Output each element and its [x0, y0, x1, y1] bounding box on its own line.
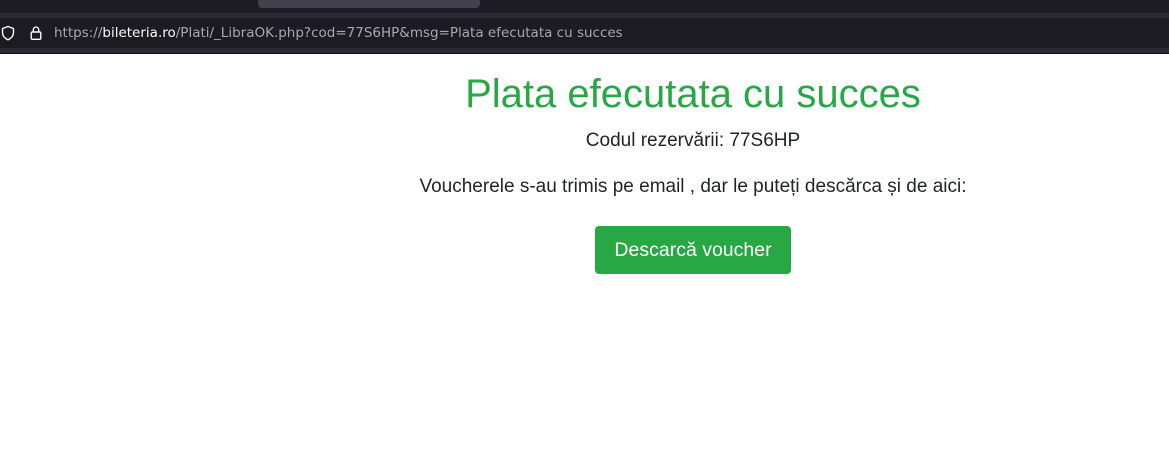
browser-tab[interactable]	[258, 0, 480, 8]
page-content: Plata efecutata cu succes Codul rezervăr…	[0, 55, 1169, 457]
reservation-code-label: Codul rezervării:	[585, 130, 725, 151]
browser-tab-strip	[0, 0, 1169, 13]
shield-icon[interactable]	[0, 25, 16, 41]
browser-toolbar: https://bileteria.ro/Plati/_LibraOK.php?…	[0, 13, 1169, 54]
url-text[interactable]: https://bileteria.ro/Plati/_LibraOK.php?…	[54, 24, 623, 42]
voucher-message: Voucherele s-au trimis pe email , dar le…	[419, 176, 967, 197]
url-prefix: https://	[54, 25, 103, 41]
download-voucher-button[interactable]: Descarcă voucher	[595, 226, 791, 274]
lock-icon[interactable]	[28, 25, 44, 41]
page-title: Plata efecutata cu succes	[465, 72, 921, 116]
reservation-code-line: Codul rezervării: 77S6HP	[218, 129, 1168, 153]
reservation-code-value: 77S6HP	[729, 130, 801, 151]
url-path: /Plati/_LibraOK.php?cod=77S6HP&msg=Plata…	[175, 25, 623, 41]
address-bar[interactable]: https://bileteria.ro/Plati/_LibraOK.php?…	[0, 18, 1169, 48]
url-domain: bileteria.ro	[102, 25, 176, 41]
